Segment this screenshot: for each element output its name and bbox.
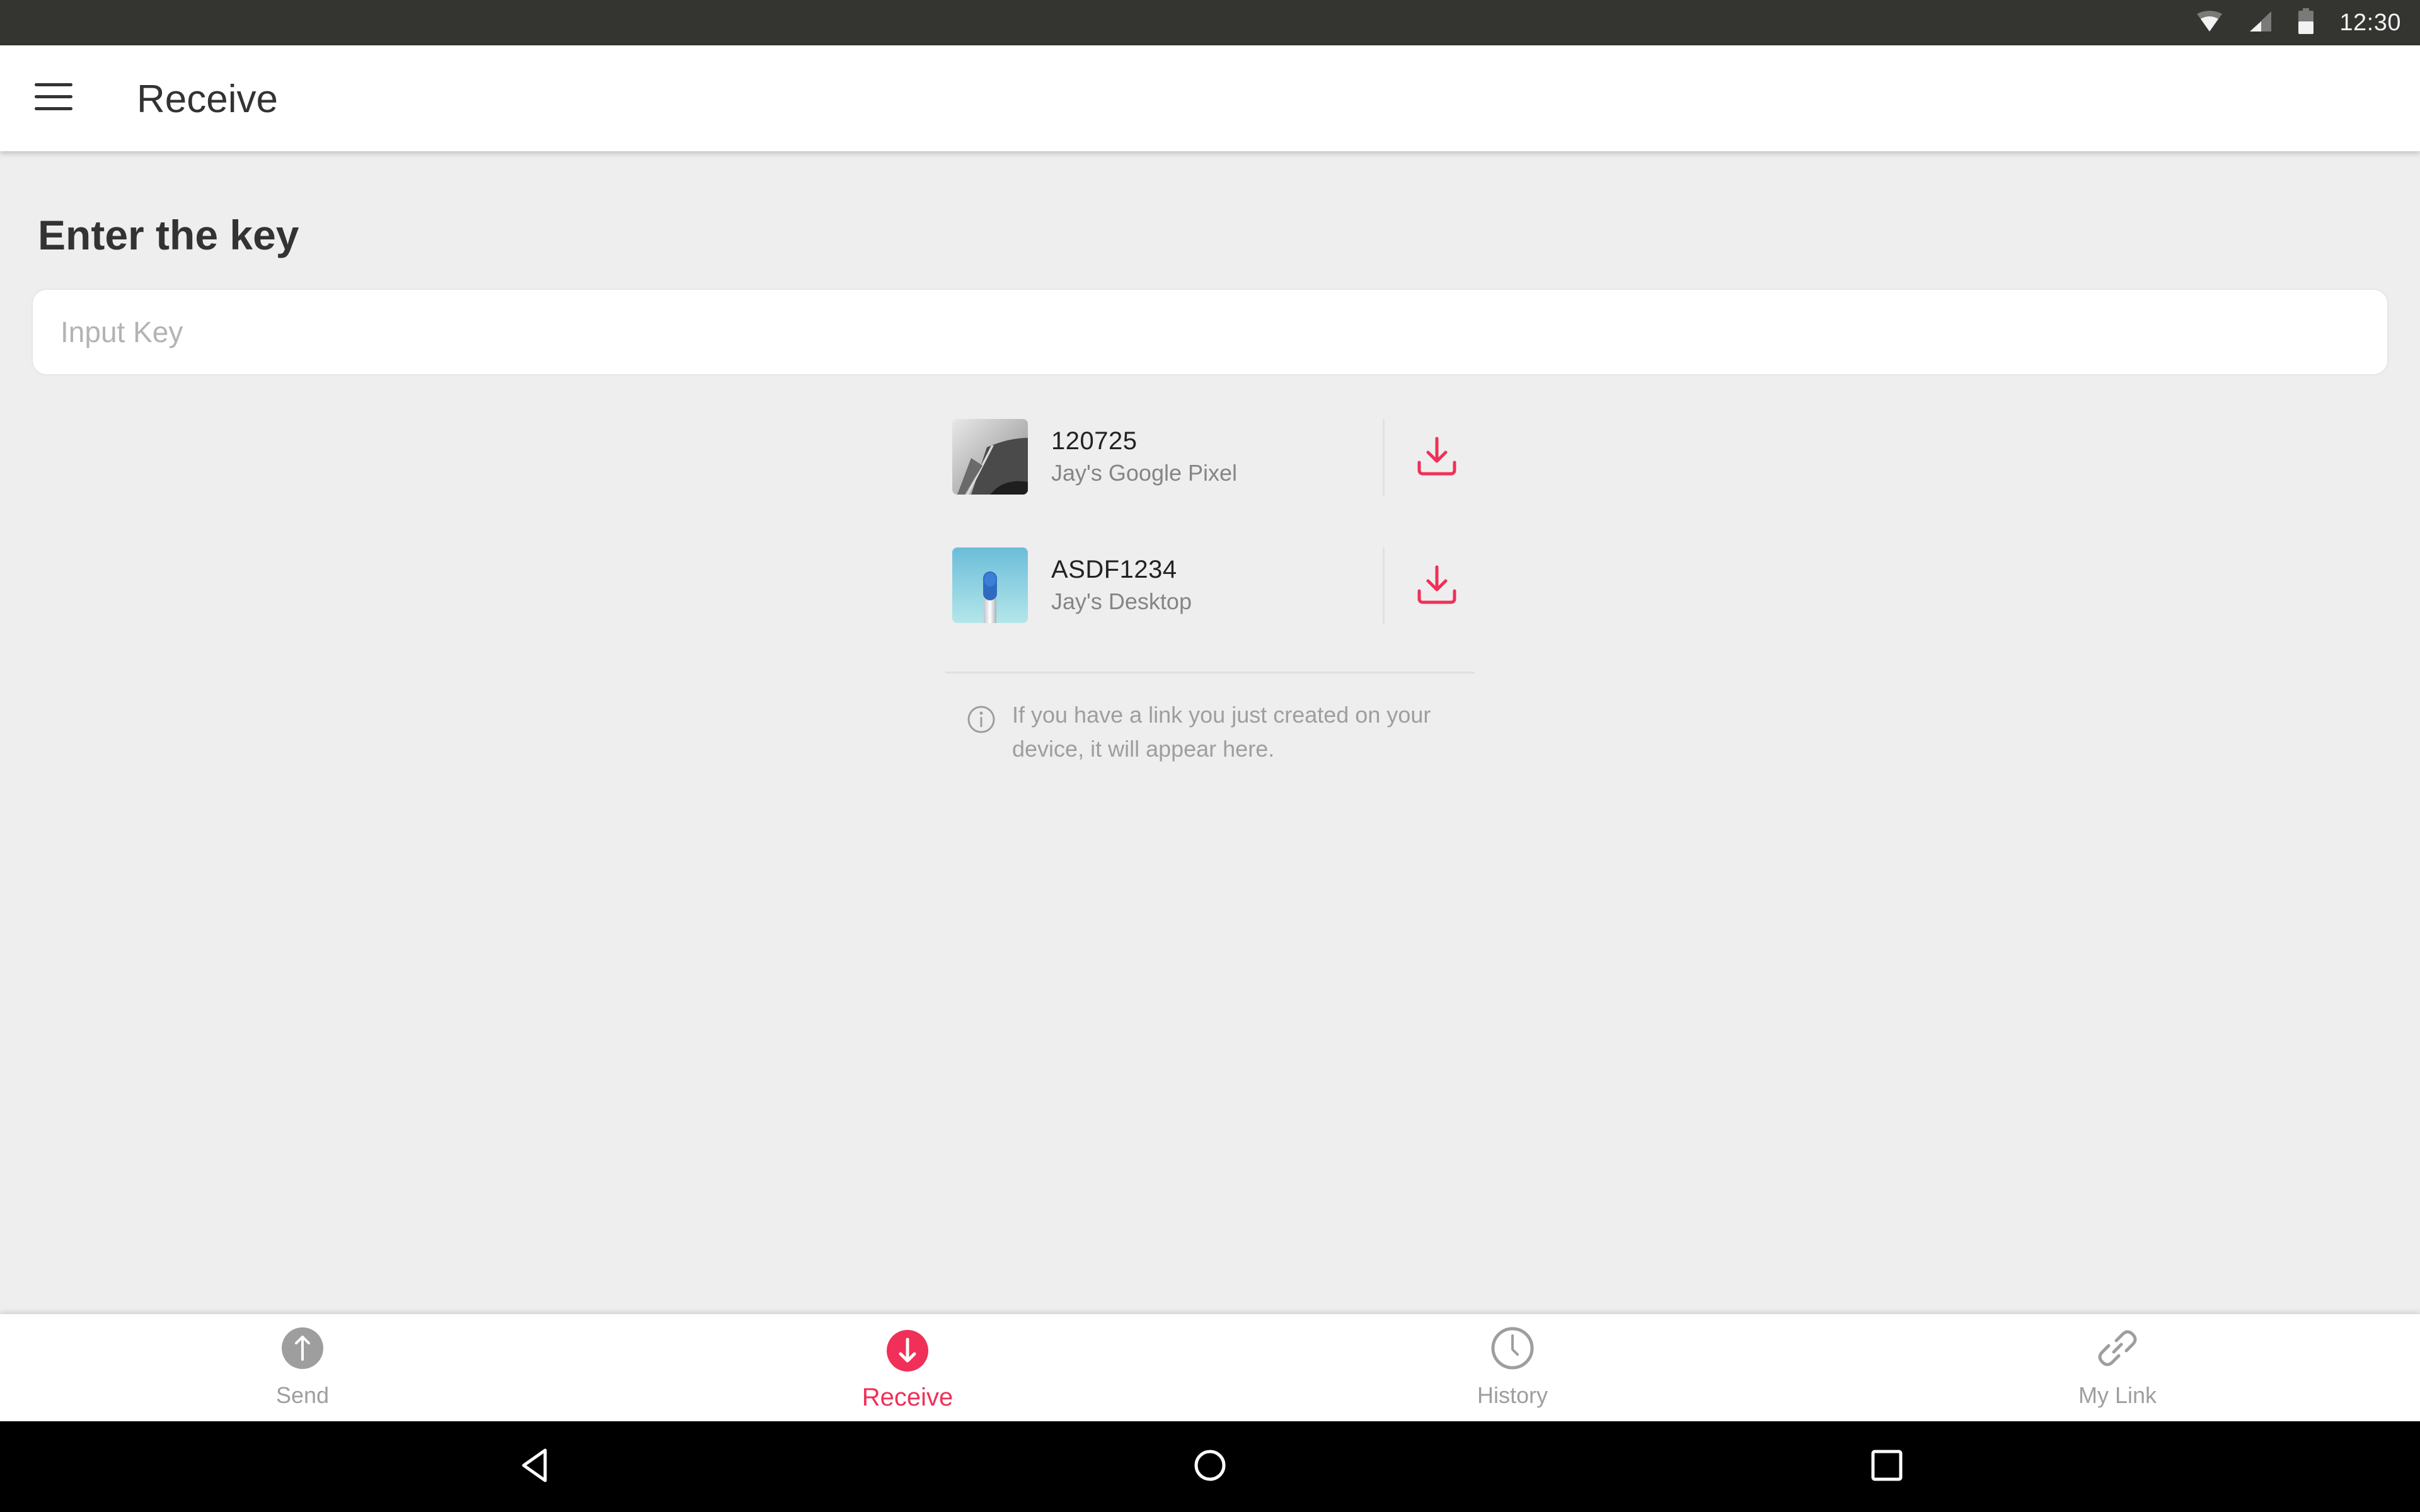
list-item[interactable]: 120725 Jay's Google Pixel <box>945 403 1475 532</box>
tab-my-link[interactable]: My Link <box>1815 1314 2420 1421</box>
bottom-nav: Send Receive History My Link <box>0 1314 2420 1421</box>
list-item[interactable]: ASDF1234 Jay's Desktop <box>945 532 1475 660</box>
link-device: Jay's Desktop <box>1051 588 1192 614</box>
info-icon <box>966 704 996 735</box>
app-bar: Receive <box>0 45 2420 151</box>
tab-label: Receive <box>861 1383 954 1411</box>
key-input[interactable] <box>32 289 2388 375</box>
home-button[interactable] <box>1187 1444 1233 1489</box>
wifi-icon <box>2196 10 2223 36</box>
battery-icon <box>2298 8 2314 38</box>
tab-label: Send <box>275 1382 330 1408</box>
status-icons: 12:30 <box>2196 0 2401 45</box>
vertical-divider <box>1383 419 1385 496</box>
tab-history[interactable]: History <box>1210 1314 1815 1421</box>
link-key: ASDF1234 <box>1051 556 1177 583</box>
status-bar: 12:30 <box>0 0 2420 45</box>
download-icon <box>1417 564 1457 608</box>
home-icon <box>1192 1448 1228 1486</box>
cellular-signal-icon <box>2249 10 2273 36</box>
tab-receive[interactable]: Receive <box>605 1314 1210 1421</box>
menu-button[interactable] <box>25 73 82 123</box>
upload-circle-icon <box>280 1326 325 1371</box>
list-divider <box>945 672 1475 673</box>
clock: 12:30 <box>2339 9 2401 36</box>
download-icon <box>1417 436 1457 479</box>
recents-button[interactable] <box>1864 1444 1910 1489</box>
section-heading: Enter the key <box>38 212 299 258</box>
recents-icon <box>1869 1448 1904 1486</box>
tab-label: History <box>1477 1382 1548 1408</box>
link-list: 120725 Jay's Google Pixel ASDF1234 Jay's… <box>945 403 1475 660</box>
download-button[interactable] <box>1399 426 1475 489</box>
back-button[interactable] <box>512 1444 557 1489</box>
link-device: Jay's Google Pixel <box>1051 460 1238 486</box>
tab-label: My Link <box>2078 1382 2157 1408</box>
vertical-divider <box>1383 547 1385 624</box>
page-title: Receive <box>137 77 278 121</box>
link-key: 120725 <box>1051 427 1138 455</box>
tab-send[interactable]: Send <box>0 1314 605 1421</box>
thumbnail-image <box>952 419 1028 495</box>
hamburger-menu-icon <box>33 81 74 116</box>
system-nav-bar <box>0 1421 2420 1512</box>
thumbnail-image <box>952 547 1028 623</box>
download-circle-icon <box>885 1328 930 1373</box>
back-icon <box>519 1448 550 1486</box>
info-text: If you have a link you just created on y… <box>1012 702 1431 762</box>
download-button[interactable] <box>1399 554 1475 617</box>
clock-icon <box>1490 1326 1535 1371</box>
link-icon <box>2095 1326 2140 1371</box>
